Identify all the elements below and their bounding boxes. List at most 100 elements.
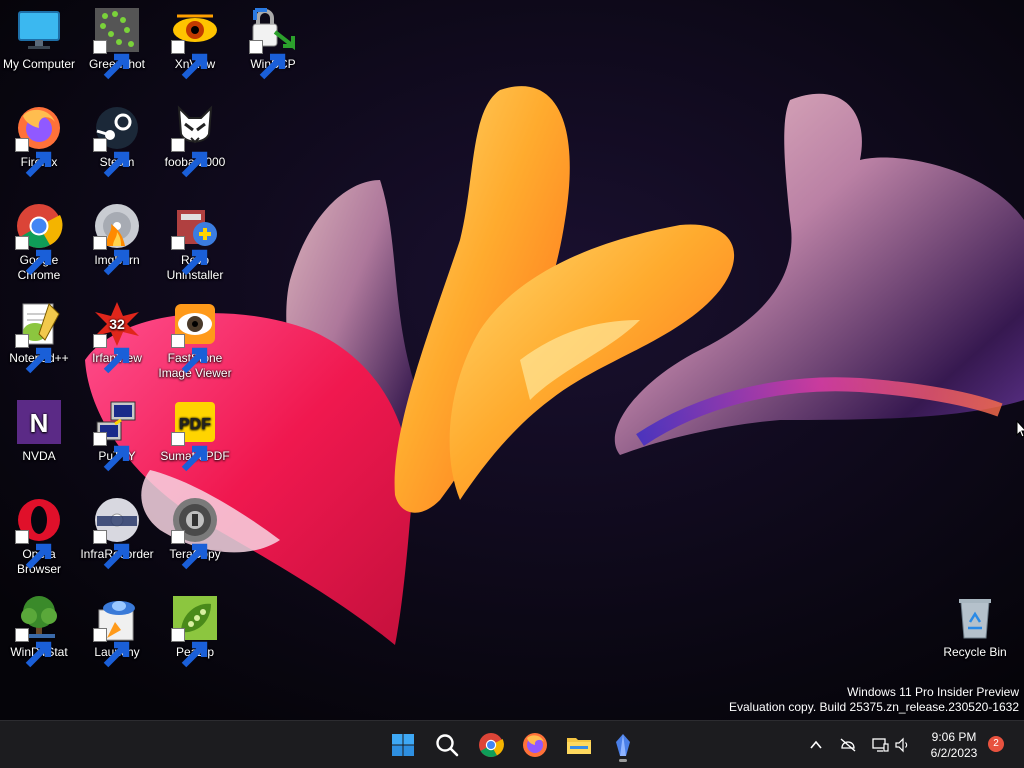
search-icon: [436, 734, 459, 757]
shortcut-arrow-icon: [15, 138, 52, 178]
desktop-icon-label: NVDA: [22, 449, 56, 463]
teracopy-icon: [171, 496, 219, 570]
desktop-icon-irfanview[interactable]: 32 IrfanView: [78, 294, 156, 374]
notepadpp-icon: [15, 300, 63, 374]
desktop-icon-windirstat[interactable]: WinDirStat: [0, 588, 78, 668]
irfanview-icon: 32: [93, 300, 141, 374]
desktop-icon-label: Recycle Bin: [943, 645, 1007, 659]
desktop-icon-greenshot[interactable]: Greenshot: [78, 0, 156, 80]
shortcut-arrow-icon: [15, 530, 52, 570]
desktop-icon-peazip[interactable]: PeaZip: [156, 588, 234, 668]
clock-time: 9:06 PM: [931, 730, 977, 744]
sumatrapdf-icon: PDF: [171, 398, 219, 472]
opera-icon: [15, 496, 63, 570]
desktop-icon-foobar2000[interactable]: foobar2000: [156, 98, 234, 178]
mouse-cursor-icon: [1016, 420, 1024, 438]
desktop-icon-firefox[interactable]: Firefox: [0, 98, 78, 178]
display-icon: [872, 738, 889, 752]
desktop-icon-teracopy[interactable]: TeraCopy: [156, 490, 234, 570]
revo-uninstaller-icon: [171, 202, 219, 276]
notification-badge[interactable]: 2: [988, 736, 1004, 752]
shortcut-arrow-icon: [171, 530, 208, 570]
taskbar-app[interactable]: [605, 727, 641, 763]
firefox-icon: [523, 733, 547, 757]
speaker-icon: [895, 737, 908, 753]
shortcut-arrow-icon: [93, 432, 130, 472]
shortcut-arrow-icon: [93, 628, 130, 668]
svg-text:32: 32: [109, 316, 125, 332]
desktop-icon-infrarecorder[interactable]: InfraRecorder: [78, 490, 156, 570]
steam-icon: [93, 104, 141, 178]
desktop-icon-putty[interactable]: PuTTY: [78, 392, 156, 472]
desktop-icon-label: My Computer: [2, 57, 76, 71]
monitor-icon: [15, 6, 63, 54]
taskbar-clock[interactable]: 9:06 PM 6/2/2023: [920, 729, 988, 761]
taskbar-chrome[interactable]: [473, 727, 509, 763]
network-status[interactable]: [837, 734, 859, 756]
taskbar-file-explorer[interactable]: [561, 727, 597, 763]
desktop-icon-revo-uninstaller[interactable]: Revo Uninstaller: [156, 196, 234, 283]
taskbar-firefox[interactable]: [517, 727, 553, 763]
desktop-icon-notepadpp[interactable]: Notepad++: [0, 294, 78, 374]
desktop-icon-imgburn[interactable]: ImgBurn: [78, 196, 156, 276]
shortcut-arrow-icon: [93, 138, 130, 178]
desktop-icon-winscp[interactable]: WinSCP: [234, 0, 312, 80]
desktop-icon-faststone[interactable]: FastStone Image Viewer: [156, 294, 234, 381]
desktop-icon-chrome[interactable]: Google Chrome: [0, 196, 78, 283]
foobar2000-icon: [171, 104, 219, 178]
clock-date: 6/2/2023: [930, 746, 978, 760]
desktop-icon-recycle-bin[interactable]: Recycle Bin: [936, 588, 1014, 660]
launchy-icon: [93, 594, 141, 668]
desktop-icon-monitor[interactable]: My Computer: [0, 0, 78, 72]
shortcut-arrow-icon: [93, 236, 130, 276]
windows-start-icon: [392, 734, 414, 756]
shortcut-arrow-icon: [15, 334, 52, 374]
shortcut-arrow-icon: [171, 138, 208, 178]
shortcut-arrow-icon: [171, 628, 208, 668]
desktop-icon-steam[interactable]: Steam: [78, 98, 156, 178]
shortcut-arrow-icon: [171, 334, 208, 374]
taskbar: 9:06 PM 6/2/2023: [0, 720, 1024, 768]
desktop-icon-nvda[interactable]: N NVDA: [0, 392, 78, 464]
network-disconnected-icon: [840, 738, 856, 752]
shortcut-arrow-icon: [93, 530, 130, 570]
shortcut-arrow-icon: [249, 40, 286, 80]
shortcut-arrow-icon: [171, 432, 208, 472]
desktop-icon-sumatrapdf[interactable]: PDF SumatraPDF: [156, 392, 234, 472]
watermark-edition: Windows 11 Pro Insider Preview: [847, 685, 1019, 699]
folder-icon: [567, 738, 591, 754]
shortcut-arrow-icon: [93, 334, 130, 374]
running-indicator: [619, 759, 627, 762]
faststone-icon: [171, 300, 219, 374]
desktop-icon-launchy[interactable]: Launchy: [78, 588, 156, 668]
shortcut-arrow-icon: [15, 236, 52, 276]
watermark-build: Evaluation copy. Build 25375.zn_release.…: [729, 700, 1019, 714]
xnview-icon: [171, 6, 219, 80]
infrarecorder-icon: [93, 496, 141, 570]
greenshot-icon: [93, 6, 141, 80]
show-hidden-icons-button[interactable]: [805, 734, 827, 756]
taskbar-search-button[interactable]: [429, 727, 465, 763]
shortcut-arrow-icon: [171, 40, 208, 80]
recycle-bin-icon: [951, 594, 999, 642]
display-status[interactable]: [869, 734, 891, 756]
windows-watermark: Windows 11 Pro Insider Preview Evaluatio…: [729, 685, 1019, 715]
putty-icon: [93, 398, 141, 472]
shortcut-arrow-icon: [171, 236, 208, 276]
volume-status[interactable]: [891, 734, 913, 756]
windirstat-icon: [15, 594, 63, 668]
desktop[interactable]: My Computer Greenshot XnView WinSCP Firefox S…: [0, 0, 1024, 720]
svg-text:PDF: PDF: [179, 416, 211, 433]
nvda-icon: N: [15, 398, 63, 446]
imgburn-icon: [93, 202, 141, 276]
crystal-icon: [616, 734, 630, 756]
start-button[interactable]: [385, 727, 421, 763]
winscp-icon: [249, 6, 297, 80]
peazip-icon: [171, 594, 219, 668]
chevron-up-icon: [810, 740, 822, 749]
svg-text:N: N: [30, 408, 49, 438]
shortcut-arrow-icon: [93, 40, 130, 80]
desktop-icon-opera[interactable]: Opera Browser: [0, 490, 78, 577]
desktop-icon-xnview[interactable]: XnView: [156, 0, 234, 80]
chrome-icon: [479, 733, 504, 758]
